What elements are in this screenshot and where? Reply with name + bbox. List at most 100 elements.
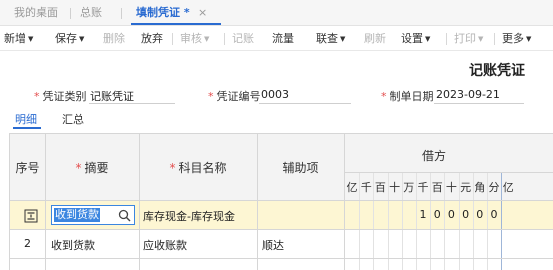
chevron-down-icon: ▼ <box>425 35 431 43</box>
digit-header: 百 <box>374 181 386 194</box>
new-button[interactable]: 新增 ▼ <box>4 26 33 51</box>
audit-label: 审核 <box>180 32 202 45</box>
toolbar: 新增 ▼ 保存 ▼ 删除 放弃 审核 ▼ 记账 流量 联查 ▼ 刷新 设置 ▼ 打印 ▼ 更… <box>0 26 553 51</box>
search-icon[interactable] <box>118 209 131 222</box>
voucher-type-underline <box>89 103 175 104</box>
required-mark: * <box>34 90 40 103</box>
voucher-type-label: * 凭证类别 <box>34 88 87 104</box>
insert-row-icon[interactable] <box>24 209 38 223</box>
digit-header: 分 <box>488 181 500 194</box>
debit-digit: 0 <box>490 208 498 221</box>
print-button[interactable]: 打印 ▼ <box>454 26 483 51</box>
subtab-detail[interactable]: 明细 <box>15 111 37 127</box>
new-label: 新增 <box>4 32 26 45</box>
toolbar-divider <box>172 33 173 45</box>
toolbar-divider <box>446 33 447 45</box>
col-divider <box>45 134 46 270</box>
chevron-down-icon: ▼ <box>28 35 34 43</box>
more-button[interactable]: 更多 ▼ <box>502 26 531 51</box>
toolbar-divider <box>224 33 225 45</box>
row-divider <box>10 229 553 230</box>
summary-input[interactable]: 收到货款 <box>51 205 135 225</box>
col-divider <box>139 134 140 270</box>
subtab-active-indicator <box>13 127 41 129</box>
voucher-number-label: * 凭证编号 <box>208 88 261 104</box>
row-divider <box>10 258 553 259</box>
digit-header: 万 <box>403 181 415 194</box>
tab-general-ledger[interactable]: 总账 <box>80 0 102 26</box>
header-split-line <box>344 172 553 173</box>
digit-header: 十 <box>389 181 401 194</box>
header-summary: * 摘要 <box>45 159 139 176</box>
col-divider <box>257 134 258 270</box>
voucher-type-label-text: 凭证类别 <box>42 90 87 103</box>
voucher-number-label-text: 凭证编号 <box>216 90 261 103</box>
account-cell[interactable]: 库存现金-库存现金 <box>143 208 235 224</box>
header-aux: 辅助项 <box>282 161 319 175</box>
more-label: 更多 <box>502 32 524 45</box>
voucher-date-label-text: 制单日期 <box>389 90 434 103</box>
query-button[interactable]: 联查 ▼ <box>316 26 345 51</box>
voucher-type-field[interactable]: 记账凭证 <box>90 88 134 104</box>
voucher-date-field[interactable]: 2023-09-21 <box>436 88 500 101</box>
save-label: 保存 <box>55 32 77 45</box>
digit-header: 十 <box>445 181 457 194</box>
digit-header: 千 <box>417 181 429 194</box>
tab-divider <box>70 8 71 19</box>
query-label: 联查 <box>316 32 338 45</box>
debit-digit: 0 <box>476 208 484 221</box>
aux-cell[interactable]: 顺达 <box>262 237 284 253</box>
audit-button[interactable]: 审核 ▼ <box>180 26 209 51</box>
toolbar-divider <box>494 33 495 45</box>
header-account: * 科目名称 <box>139 159 257 176</box>
header-bottom-line <box>10 200 553 201</box>
abandon-button[interactable]: 放弃 <box>141 26 163 51</box>
save-button[interactable]: 保存 ▼ <box>55 26 84 51</box>
digit-header: 千 <box>360 181 372 194</box>
voucher-number-field[interactable]: 0003 <box>261 88 289 101</box>
header-debit: 借方 <box>421 149 446 163</box>
digit-header: 角 <box>474 181 486 194</box>
chevron-down-icon: ▼ <box>526 35 532 43</box>
account-cell[interactable]: 应收账款 <box>143 237 187 253</box>
flow-button[interactable]: 流量 <box>272 26 294 51</box>
digit-header: 亿 <box>502 181 514 194</box>
post-button[interactable]: 记账 <box>232 26 254 51</box>
refresh-button[interactable]: 刷新 <box>364 26 386 51</box>
debit-digit: 1 <box>419 208 427 221</box>
voucher-date-underline <box>434 103 524 104</box>
chevron-down-icon: ▼ <box>478 35 484 43</box>
required-mark: * <box>169 161 176 175</box>
required-mark: * <box>75 161 82 175</box>
debit-digit: 0 <box>447 208 455 221</box>
digit-header: 亿 <box>346 181 358 194</box>
settings-label: 设置 <box>401 32 423 45</box>
row-seq: 2 <box>24 237 31 250</box>
chevron-down-icon: ▼ <box>204 35 210 43</box>
debit-digit: 0 <box>462 208 470 221</box>
tab-bar: 我的桌面 总账 填制凭证 * × <box>0 0 553 26</box>
subtab-summary[interactable]: 汇总 <box>62 111 84 127</box>
debit-digit: 0 <box>433 208 441 221</box>
voucher-number-underline <box>259 103 351 104</box>
settings-button[interactable]: 设置 ▼ <box>401 26 430 51</box>
tab-divider <box>121 8 122 19</box>
voucher-title: 记账凭证 <box>469 63 525 79</box>
digit-header: 元 <box>460 181 472 194</box>
active-tab-indicator <box>131 23 221 25</box>
chevron-down-icon: ▼ <box>79 35 85 43</box>
voucher-date-label: * 制单日期 <box>381 88 434 104</box>
summary-cell[interactable]: 收到货款 <box>51 237 95 253</box>
voucher-entry-grid: 序号 * 摘要 * 科目名称 辅助项 借方 亿千百十万千百十元角分亿 收到货款 库存… <box>9 133 553 270</box>
summary-input-text: 收到货款 <box>54 208 100 222</box>
header-seq: 序号 <box>15 161 40 175</box>
required-mark: * <box>208 90 214 103</box>
print-label: 打印 <box>454 32 476 45</box>
digit-header: 百 <box>431 181 443 194</box>
header-account-text: 科目名称 <box>178 161 227 175</box>
chevron-down-icon: ▼ <box>340 35 346 43</box>
header-summary-text: 摘要 <box>84 161 109 175</box>
required-mark: * <box>381 90 387 103</box>
tab-my-desktop[interactable]: 我的桌面 <box>14 0 58 26</box>
delete-button[interactable]: 删除 <box>103 26 125 51</box>
